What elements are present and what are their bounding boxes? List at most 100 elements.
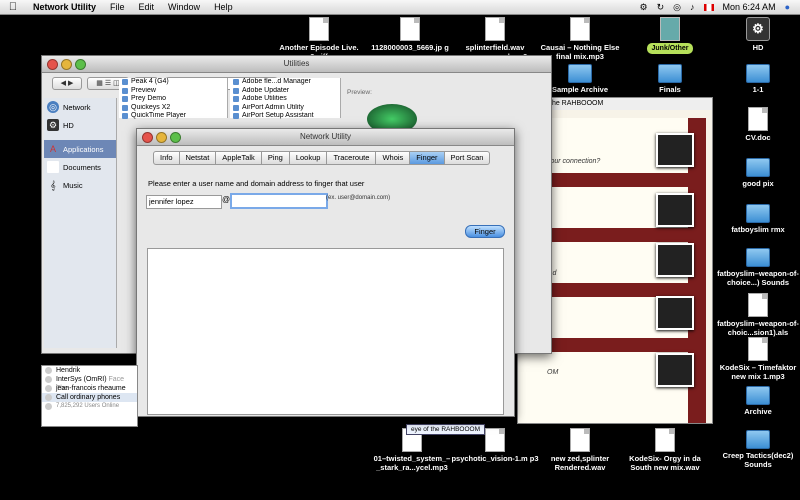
menu-window[interactable]: Window — [161, 0, 207, 14]
volume-icon[interactable]: ♪ — [690, 0, 695, 14]
list-item[interactable]: Quickeys X2 — [119, 104, 227, 113]
list-item[interactable]: AirPort Setup Assistant — [230, 112, 340, 121]
desktop-icon-label: 1128000003_5669.jp g — [371, 43, 449, 52]
list-item[interactable]: Adobe fle...d Manager — [230, 78, 340, 87]
tab-ping[interactable]: Ping — [261, 151, 290, 165]
zoom-button[interactable] — [170, 132, 181, 143]
blog-thumbnail[interactable] — [656, 243, 694, 277]
list-item[interactable]: Adobe Updater — [230, 87, 340, 96]
desktop-icon-junk[interactable]: Junk/Other — [625, 17, 715, 54]
desktop-icon-hd[interactable]: ⚙ HD — [713, 17, 800, 52]
desktop-icon-jpg[interactable]: 1128000003_5669.jp g — [365, 17, 455, 52]
finger-button[interactable]: Finger — [465, 225, 505, 238]
desktop-icon-label: fatboyslim–weapon-of-choic...sion1).als — [717, 319, 799, 337]
folder-icon — [746, 204, 770, 223]
list-item[interactable]: Prey Demo — [119, 95, 227, 104]
desktop-icon-label: fatboyslim rmx — [731, 225, 785, 234]
audio-file-icon — [309, 17, 329, 41]
tab-finger[interactable]: Finger — [410, 151, 445, 165]
tab-traceroute[interactable]: Traceroute — [327, 151, 377, 165]
folder-icon — [658, 64, 682, 83]
sync-icon[interactable]: ↻ — [657, 0, 665, 14]
call-phones-button[interactable]: Call ordinary phones — [42, 393, 137, 402]
desktop-icon-fatboy3[interactable]: fatboyslim–weapon-of-choic...sion1).als — [713, 293, 800, 337]
tab-lookup[interactable]: Lookup — [289, 151, 328, 165]
buddy-contact[interactable]: jean-francois rheaume — [42, 384, 137, 393]
sidebar-item-applications[interactable]: A Applications — [44, 140, 116, 158]
desktop-icon-label: Finals — [659, 85, 681, 94]
list-item[interactable]: Peak 4 (G4) — [119, 78, 227, 87]
menu-edit[interactable]: Edit — [132, 0, 162, 14]
menu-help[interactable]: Help — [207, 0, 240, 14]
minimize-button[interactable] — [156, 132, 167, 143]
documents-icon — [47, 161, 59, 173]
desktop-icon-kode1[interactable]: KodeSix – Timefaktor new mix 1.mp3 — [713, 337, 800, 381]
buddy-contact[interactable]: Hendrik — [42, 366, 137, 375]
script-icon[interactable]: ⚙ — [640, 0, 648, 14]
domain-field[interactable] — [230, 193, 328, 209]
blog-thumbnail[interactable] — [656, 193, 694, 227]
menubar:  Network Utility File Edit Window Help … — [0, 0, 800, 15]
input-flag-icon[interactable] — [703, 3, 714, 11]
close-button[interactable] — [47, 59, 58, 70]
desktop-icon-newzed[interactable]: new zed,splinter Rendered.wav — [535, 428, 625, 472]
utilities-title: Utilities — [283, 59, 310, 68]
buddy-list-window: Hendrik InterSys (OmRI) Face The jean-fr… — [41, 365, 138, 427]
folder-icon — [568, 64, 592, 83]
sidebar-item-label: Network — [63, 102, 91, 112]
sidebar-item-hd[interactable]: ⚙ HD — [44, 116, 116, 134]
tab-whois[interactable]: Whois — [376, 151, 411, 165]
desktop-icon-1-1[interactable]: 1-1 — [713, 60, 800, 94]
desktop-icon-creep[interactable]: Creep Tactics(dec2) Sounds — [713, 426, 800, 469]
desktop-icon-cv[interactable]: CV.doc — [713, 107, 800, 142]
finger-instructions: Please enter a user name and domain addr… — [148, 179, 365, 188]
tab-port-scan[interactable]: Port Scan — [444, 151, 491, 165]
tab-info[interactable]: Info — [153, 151, 180, 165]
username-field[interactable] — [146, 195, 222, 209]
menu-file[interactable]: File — [103, 0, 132, 14]
close-button[interactable] — [142, 132, 153, 143]
desktop-icon-label: HD — [752, 43, 764, 52]
apple-menu-icon[interactable]:  — [0, 1, 26, 13]
desktop-icon-archive[interactable]: Archive — [713, 382, 800, 416]
desktop-icon-goodpix[interactable]: good pix — [713, 154, 800, 188]
back-forward-buttons[interactable]: ◀ ▶ — [52, 76, 82, 90]
list-item[interactable]: AirPort Admin Utility — [230, 104, 340, 113]
buddy-contact[interactable]: InterSys (OmRI) Face The — [42, 375, 137, 392]
zoom-button[interactable] — [75, 59, 86, 70]
audio-file-icon — [655, 428, 675, 452]
network-utility-titlebar: Network Utility — [137, 129, 514, 146]
blog-text: your connection? — [547, 158, 601, 165]
desktop-icon-kode2[interactable]: KodeSix- Orgy in da South new mix.wav — [620, 428, 710, 472]
wifi-icon[interactable]: ◎ — [673, 0, 681, 14]
sidebar-item-music[interactable]: 𝄞 Music — [44, 176, 116, 194]
list-item[interactable]: Preview — [119, 87, 227, 96]
desktop-icon-fatboy2[interactable]: fatboyslim–weapon-of-choice...) Sounds — [713, 244, 800, 287]
blog-thumbnail[interactable] — [656, 296, 694, 330]
audio-file-icon — [570, 428, 590, 452]
menu-app-name[interactable]: Network Utility — [26, 0, 103, 14]
tab-appletalk[interactable]: AppleTalk — [216, 151, 262, 165]
sidebar-item-network[interactable]: ◎ Network — [44, 98, 116, 116]
menubar-extras: ⚙ ↻ ◎ ♪ Mon 6:24 AM ● — [640, 0, 790, 14]
finder-column-apps: Peak 4 (G4) Preview Prey Demo Quickeys X… — [119, 78, 228, 121]
blog-tab[interactable]: eye of the RAHBOOOM — [406, 424, 485, 435]
desktop-icon-finals[interactable]: Finals — [625, 60, 715, 94]
menubar-clock[interactable]: Mon 6:24 AM — [723, 0, 776, 14]
blog-text: OM — [547, 369, 559, 376]
list-item[interactable]: QuickTime Player — [119, 112, 227, 121]
finger-output-area[interactable] — [147, 248, 504, 415]
desktop-icon-label: psychotic_vision-1.m p3 — [451, 454, 539, 463]
blog-thumbnail[interactable] — [656, 353, 694, 387]
blog-thumbnail[interactable] — [656, 133, 694, 167]
desktop-icon-label: Creep Tactics(dec2) Sounds — [722, 451, 794, 469]
desktop-icon-label: Sample Archive — [552, 85, 608, 94]
minimize-button[interactable] — [61, 59, 72, 70]
desktop-icon-fatboy[interactable]: fatboyslim rmx — [713, 200, 800, 234]
list-item[interactable]: Adobe Utilities — [230, 95, 340, 104]
folder-icon — [746, 386, 770, 405]
sidebar-item-documents[interactable]: Documents — [44, 158, 116, 176]
spotlight-icon[interactable]: ● — [785, 0, 790, 14]
at-sign-label: @ — [222, 195, 231, 204]
tab-netstat[interactable]: Netstat — [179, 151, 217, 165]
